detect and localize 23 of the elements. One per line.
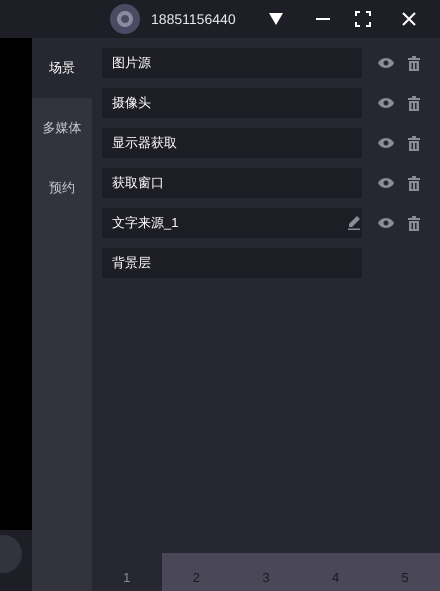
trash-icon[interactable] (408, 96, 420, 110)
pencil-icon[interactable] (348, 216, 360, 230)
trash-icon[interactable] (408, 56, 420, 70)
eye-icon[interactable] (378, 178, 394, 188)
source-item[interactable]: 文字来源_1 (102, 208, 362, 238)
avatar-icon[interactable] (110, 4, 140, 34)
eye-icon[interactable] (378, 98, 394, 108)
fullscreen-icon[interactable] (355, 11, 371, 27)
trash-icon[interactable] (408, 216, 420, 230)
close-icon[interactable] (402, 12, 416, 26)
account-number: 18851156440 (151, 10, 237, 28)
trash-icon[interactable] (408, 176, 420, 190)
source-item[interactable]: 背景层 (102, 248, 362, 278)
source-item[interactable]: 图片源 (102, 48, 362, 78)
sidebar-tab[interactable]: 场景 (32, 38, 92, 98)
source-item[interactable]: 显示器获取 (102, 128, 362, 158)
eye-icon[interactable] (378, 218, 394, 228)
trash-icon[interactable] (408, 136, 420, 150)
eye-icon[interactable] (378, 58, 394, 68)
source-item[interactable]: 摄像头 (102, 88, 362, 118)
dropdown-icon[interactable] (269, 13, 283, 25)
source-item[interactable]: 获取窗口 (102, 168, 362, 198)
eye-icon[interactable] (378, 138, 394, 148)
